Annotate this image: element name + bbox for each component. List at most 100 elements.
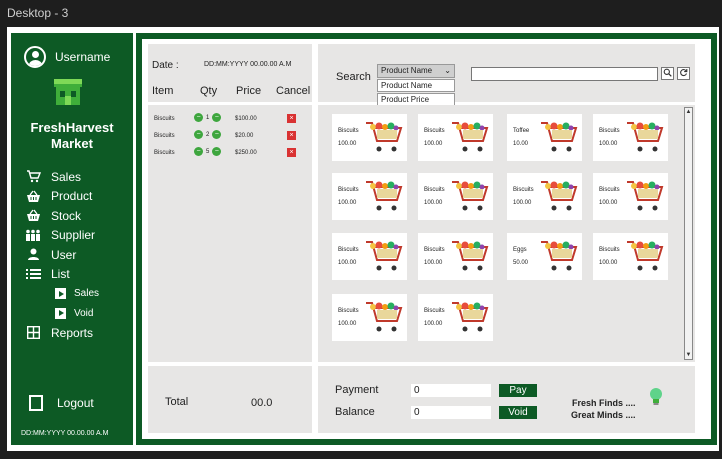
slogan-line1: Fresh Finds .... [572, 398, 636, 408]
sidebar-item-stock[interactable]: Stock [25, 206, 99, 226]
sidebar-subitem-label: Void [74, 307, 94, 319]
logout-button[interactable]: Logout [29, 395, 94, 411]
product-card[interactable]: Biscuits 100.00 [332, 173, 407, 220]
product-card[interactable]: Biscuits 100.00 [593, 173, 668, 220]
product-card[interactable]: Biscuits 100.00 [332, 233, 407, 280]
product-cart-icon [450, 120, 490, 154]
order-item-name: Biscuits [154, 116, 175, 122]
search-button[interactable] [661, 67, 674, 80]
product-cart-icon [625, 120, 665, 154]
scroll-down-icon[interactable]: ▼ [685, 351, 692, 359]
column-header-cancel: Cancel [276, 85, 311, 97]
sidebar-item-supplier[interactable]: Supplier [25, 226, 99, 246]
user-icon [25, 248, 41, 262]
product-card[interactable]: Biscuits 100.00 [332, 114, 407, 161]
product-cart-icon [364, 120, 404, 154]
increase-qty-button[interactable]: − [212, 130, 222, 139]
sidebar-item-sales[interactable]: Sales [25, 167, 99, 187]
sidebar-item-product[interactable]: Product [25, 187, 99, 207]
order-row: Biscuits − 1 − $100.00 × [148, 113, 312, 125]
product-name: Biscuits [599, 187, 620, 193]
search-input[interactable] [471, 67, 658, 81]
total-panel: Total 00.0 [148, 366, 312, 433]
product-price: 100.00 [513, 200, 532, 206]
decrease-qty-button[interactable]: − [194, 113, 203, 122]
product-name: Biscuits [424, 247, 445, 253]
search-field-select[interactable]: Product Name ⌄ [377, 64, 455, 78]
qty-stepper: − 5 − [194, 147, 222, 156]
search-label: Search [336, 71, 371, 83]
product-name: Biscuits [424, 308, 445, 314]
frame-title: Desktop - 3 [7, 6, 69, 20]
cart-icon [25, 170, 41, 184]
product-price: 100.00 [338, 260, 357, 266]
qty-stepper: − 2 − [194, 130, 222, 139]
cancel-item-button[interactable]: × [287, 148, 296, 157]
payment-input[interactable]: 0 [411, 384, 491, 397]
total-label: Total [165, 396, 189, 408]
product-card[interactable]: Biscuits 100.00 [593, 114, 668, 161]
product-cart-icon [625, 239, 665, 273]
scroll-up-icon[interactable]: ▲ [685, 108, 692, 116]
product-card[interactable]: Eggs 50.00 [507, 233, 582, 280]
pay-button[interactable]: Pay [499, 384, 537, 397]
basket-icon [25, 189, 41, 203]
product-card[interactable]: Biscuits 100.00 [593, 233, 668, 280]
user-profile[interactable]: Username [24, 46, 110, 68]
increase-qty-button[interactable]: − [212, 113, 222, 122]
product-card[interactable]: Biscuits 100.00 [507, 173, 582, 220]
product-card[interactable]: Biscuits 100.00 [418, 294, 493, 341]
sidebar-subitem-void[interactable]: Void [25, 304, 99, 324]
order-header-panel: Date : DD:MM:YYYY 00.00.00 A.M Item Qty … [148, 44, 312, 102]
product-price: 100.00 [599, 260, 618, 266]
product-card[interactable]: Biscuits 100.00 [332, 294, 407, 341]
sidebar-item-label: Reports [51, 325, 94, 340]
product-scrollbar[interactable]: ▲ ▼ [684, 107, 693, 360]
product-card[interactable]: Biscuits 100.00 [418, 233, 493, 280]
product-name: Biscuits [338, 128, 359, 134]
product-name: Eggs [513, 247, 527, 253]
product-card[interactable]: Toffee 10.00 [507, 114, 582, 161]
product-card[interactable]: Biscuits 100.00 [418, 173, 493, 220]
product-name: Toffee [513, 128, 530, 134]
product-price: 100.00 [599, 141, 618, 147]
sidebar-datetime: DD:MM:YYYY 00.00.00 A.M [21, 430, 109, 437]
order-item-price: $100.00 [235, 116, 257, 122]
sidebar-item-label: User [51, 247, 77, 262]
column-header-price: Price [236, 85, 262, 97]
order-item-price: $20.00 [235, 133, 254, 139]
increase-qty-button[interactable]: − [212, 147, 222, 156]
order-item-name: Biscuits [154, 150, 175, 156]
avatar-icon [24, 46, 46, 68]
column-header-item: Item [152, 85, 174, 97]
balance-input[interactable]: 0 [411, 406, 491, 419]
sidebar-item-label: Product [51, 189, 93, 204]
main-content: Date : DD:MM:YYYY 00.00.00 A.M Item Qty … [142, 39, 711, 439]
sidebar-item-user[interactable]: User [25, 245, 99, 265]
sidebar-item-list[interactable]: List [25, 265, 99, 285]
dropdown-option-product-name[interactable]: Product Name [377, 79, 455, 92]
logout-label: Logout [57, 396, 94, 410]
sidebar-subitem-sales[interactable]: Sales [25, 284, 99, 304]
order-row: Biscuits − 2 − $20.00 × [148, 130, 312, 142]
cancel-item-button[interactable]: × [287, 131, 296, 140]
sidebar-item-label: List [51, 267, 70, 282]
product-price: 100.00 [338, 141, 357, 147]
product-price: 100.00 [424, 321, 443, 327]
decrease-qty-button[interactable]: − [194, 130, 203, 139]
lightbulb-icon [650, 388, 662, 405]
product-name: Biscuits [599, 128, 620, 134]
cancel-item-button[interactable]: × [287, 114, 296, 123]
decrease-qty-button[interactable]: − [194, 147, 203, 156]
sidebar-item-label: Sales [51, 169, 82, 184]
search-icon [663, 68, 672, 77]
product-cart-icon [450, 179, 490, 213]
product-card[interactable]: Biscuits 100.00 [418, 114, 493, 161]
void-button[interactable]: Void [499, 406, 537, 419]
qty-value: 2 [206, 131, 210, 138]
sidebar-item-reports[interactable]: Reports [25, 323, 99, 343]
search-field-selected: Product Name [381, 66, 433, 75]
search-panel: Search Product Name ⌄ Product Name Produ… [318, 44, 695, 106]
refresh-button[interactable] [677, 67, 690, 80]
sidebar-nav: Sales Product Stock Supplier User List S… [25, 167, 99, 343]
